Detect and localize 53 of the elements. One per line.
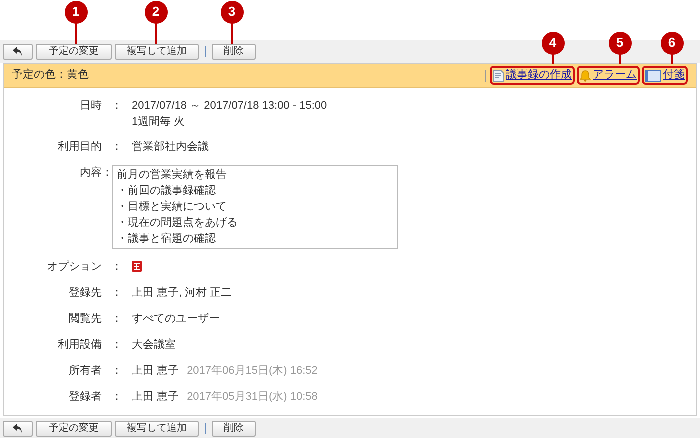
timestamp: 2017年06月15日(木) 16:52: [187, 364, 318, 379]
back-arrow-icon: [13, 424, 23, 433]
note-icon: [645, 70, 661, 82]
change-button[interactable]: 予定の変更: [36, 420, 112, 436]
field-label: 内容: [79, 166, 102, 181]
colon: ：: [110, 364, 124, 379]
callout-badge: 3: [220, 0, 244, 24]
field-value: 大会議室: [132, 338, 176, 353]
field-label: オプション: [46, 260, 102, 275]
field-label: 所有者: [68, 364, 102, 379]
field-label: 登録者: [68, 390, 102, 405]
colon: ：: [102, 166, 112, 181]
field-value: 営業部社内会議: [132, 140, 209, 155]
field-label: 利用目的: [57, 140, 102, 155]
bell-icon: [580, 70, 591, 82]
colon: ：: [110, 99, 124, 114]
change-button[interactable]: 予定の変更: [36, 44, 112, 60]
colon: ：: [110, 260, 124, 275]
callout-badge: 4: [542, 32, 564, 54]
callout-badge: 2: [144, 0, 168, 24]
colon: ：: [110, 140, 124, 155]
leader-line: [155, 23, 157, 44]
callout-badge: 6: [660, 32, 684, 54]
field-label: 閲覧先: [68, 312, 102, 327]
back-button[interactable]: [3, 44, 33, 60]
copy-add-button[interactable]: 複写して追加: [115, 44, 199, 60]
document-icon: [493, 70, 504, 82]
callout-badge: 1: [64, 0, 88, 24]
colon: ：: [110, 390, 124, 405]
copy-add-button[interactable]: 複写して追加: [115, 420, 199, 436]
colon: ：: [110, 338, 124, 353]
field-label: 利用設備: [57, 338, 102, 353]
delete-button[interactable]: 削除: [212, 44, 256, 60]
person-name: 上田 恵子: [132, 364, 180, 379]
field-value: 上田 恵子, 河村 正二: [132, 286, 232, 301]
important-icon: [132, 261, 142, 272]
back-button[interactable]: [3, 420, 33, 436]
person-name: 上田 恵子: [132, 390, 180, 405]
callout-badge: 5: [608, 32, 632, 54]
field-label: 日時: [79, 99, 102, 114]
field-value: すべてのユーザー: [132, 312, 220, 327]
colon: ：: [110, 312, 124, 327]
timestamp: 2017年05月31日(水) 10:58: [187, 390, 318, 405]
field-label: 登録先: [68, 286, 102, 301]
leader-line: [231, 23, 233, 44]
schedule-color-label: 予定の色：黄色: [12, 68, 89, 84]
field-value: 1週間毎 火: [132, 115, 186, 130]
back-arrow-icon: [13, 47, 23, 56]
field-value: 2017/07/18 ～ 2017/07/18 13:00 - 15:00: [132, 99, 328, 114]
content-box: 前月の営業実績を報告 ・前回の議事録確認 ・目標と実績について ・現在の問題点をあげる ・議事と宿題の確認: [112, 165, 398, 249]
leader-line: [75, 23, 77, 44]
colon: ：: [110, 286, 124, 301]
delete-button[interactable]: 削除: [212, 420, 256, 436]
